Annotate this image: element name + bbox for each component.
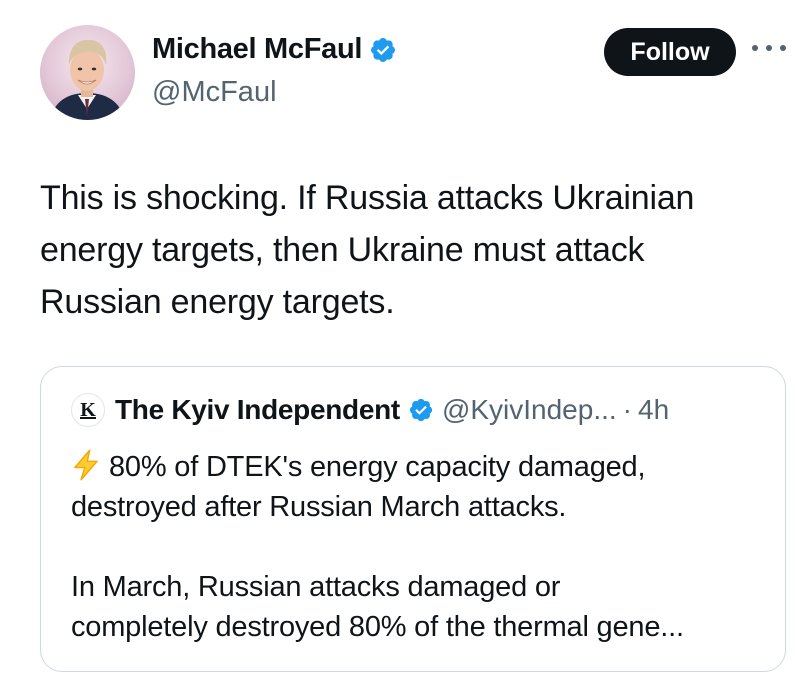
author-handle[interactable]: @McFaul	[152, 76, 277, 109]
author-name[interactable]: Michael McFaul	[152, 33, 397, 66]
more-dot	[752, 45, 758, 51]
follow-button[interactable]: Follow	[604, 28, 736, 76]
quoted-author-name[interactable]: The Kyiv Independent	[115, 394, 400, 426]
tweet-text-line: This is shocking. If Russia attacks Ukra…	[40, 179, 695, 217]
quoted-tweet-time[interactable]: 4h	[638, 394, 669, 426]
quoted-tweet-header: K The Kyiv Independent @KyivIndep... · 4…	[71, 393, 669, 427]
tweet-text: This is shocking. If Russia attacks Ukra…	[40, 172, 770, 328]
quoted-text-line: In March, Russian attacks damaged or	[71, 571, 561, 603]
more-dot	[766, 45, 772, 51]
quoted-author-handle[interactable]: @KyivIndep...	[442, 394, 617, 426]
quoted-text-line: destroyed after Russian March attacks.	[71, 491, 567, 523]
quoted-text-first-line: 80% of DTEK's energy capacity damaged,	[109, 451, 646, 483]
tweet-text-line: energy targets, then Ukraine must attack	[40, 231, 645, 269]
verified-badge-icon	[409, 398, 433, 422]
kyiv-independent-logo-icon[interactable]: K	[71, 393, 105, 427]
separator-dot: ·	[622, 394, 632, 425]
avatar[interactable]	[40, 25, 135, 120]
profile-photo	[50, 39, 125, 120]
quoted-text-line: completely destroyed 80% of the thermal …	[71, 611, 684, 643]
logo-letter: K	[80, 398, 96, 421]
more-dot	[780, 45, 786, 51]
more-options-icon[interactable]	[752, 38, 786, 58]
quoted-tweet-text: 80% of DTEK's energy capacity damaged, d…	[71, 447, 771, 647]
quoted-tweet-card[interactable]: K The Kyiv Independent @KyivIndep... · 4…	[40, 366, 786, 672]
high-voltage-icon	[74, 449, 98, 481]
quoted-text-line: 80% of DTEK's energy capacity damaged,	[71, 447, 771, 487]
author-name-text[interactable]: Michael McFaul	[152, 33, 362, 66]
tweet-text-line: Russian energy targets.	[40, 283, 395, 321]
verified-badge-icon[interactable]	[369, 36, 397, 64]
